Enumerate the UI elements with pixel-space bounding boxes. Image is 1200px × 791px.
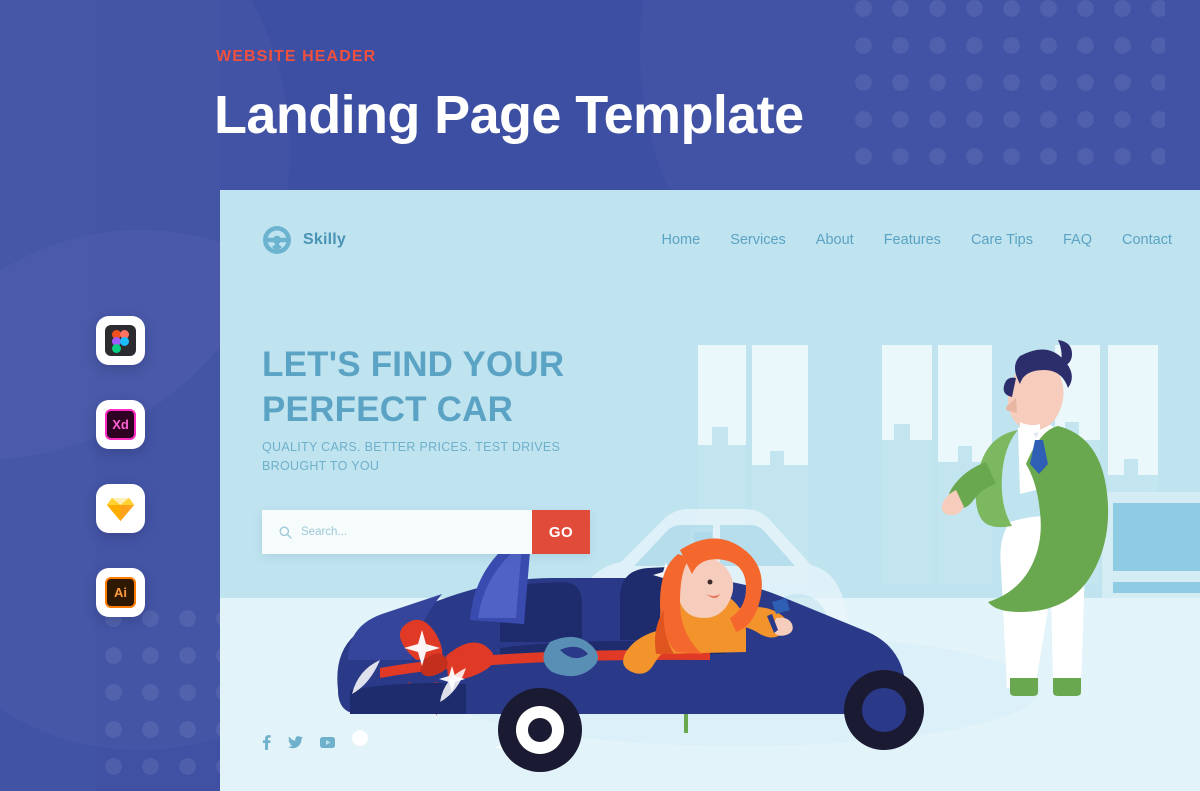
hero-subheading-line-2: BROUGHT TO YOU [262,459,380,473]
brand-logo[interactable]: Skilly [262,225,346,255]
brand-name: Skilly [303,231,347,248]
nav-link-contact[interactable]: Contact [1122,232,1172,248]
sketch-icon [105,493,136,524]
nav-links: Home Services About Features Care Tips F… [662,232,1173,248]
search-placeholder: Search... [301,526,348,538]
page-title: Landing Page Template [214,85,804,145]
hero-subheading-line-1: QUALITY CARS. BETTER PRICES. TEST DRIVES [262,440,561,454]
bg-band [0,0,95,791]
nav-link-care-tips[interactable]: Care Tips [971,232,1033,248]
adobe-illustrator-icon: Ai [105,577,136,608]
search-go-button[interactable]: GO [532,510,590,554]
hero-subheading: QUALITY CARS. BETTER PRICES. TEST DRIVES… [262,438,560,476]
hero-heading-line-1: LET'S FIND YOUR [262,345,565,384]
steering-wheel-icon [262,225,292,255]
tool-chip-adobe-illustrator[interactable]: Ai [96,568,145,617]
twitter-icon[interactable] [288,736,303,749]
nav-link-home[interactable]: Home [662,232,701,248]
facebook-icon[interactable] [262,735,271,750]
tool-chip-sketch[interactable] [96,484,145,533]
poster-canvas: WEBSITE HEADER Landing Page Template Xd [0,0,1200,791]
search-icon [279,526,292,539]
promo-kicker: WEBSITE HEADER [216,48,377,65]
mockup-lower-band [220,598,1200,791]
landing-page-mockup: Skilly Home Services About Features Care… [220,190,1200,791]
search-input[interactable]: Search... [262,510,532,554]
nav-link-about[interactable]: About [816,232,854,248]
youtube-icon[interactable] [320,737,335,748]
adobe-xd-icon: Xd [105,409,136,440]
nav-link-features[interactable]: Features [884,232,941,248]
social-links [262,735,335,750]
hero-heading: LET'S FIND YOUR PERFECT CAR [262,342,564,432]
tool-chip-figma[interactable] [96,316,145,365]
mockup-navbar: Skilly Home Services About Features Care… [220,190,1200,290]
bg-dot-field [845,0,1165,175]
nav-link-faq[interactable]: FAQ [1063,232,1092,248]
hanging-sign-small [690,528,716,598]
search-bar: Search... GO [262,510,590,554]
tool-chip-adobe-xd[interactable]: Xd [96,400,145,449]
adobe-xd-label: Xd [112,417,129,432]
tool-rail: Xd Ai [96,316,145,652]
nav-link-services[interactable]: Services [730,232,786,248]
figma-icon [105,325,136,356]
adobe-illustrator-label: Ai [114,585,127,600]
hero-heading-line-2: PERFECT CAR [262,390,514,429]
